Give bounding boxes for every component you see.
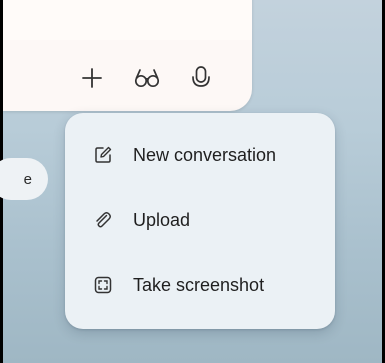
compose-card — [3, 0, 252, 111]
menu-item-new-conversation[interactable]: New conversation — [65, 131, 335, 179]
glasses-icon — [134, 69, 160, 88]
menu-item-label: Upload — [133, 209, 191, 230]
menu-item-upload[interactable]: Upload — [65, 196, 335, 244]
attachment-menu: New conversation Upload Take screenshot — [65, 113, 335, 329]
microphone-icon — [192, 66, 210, 87]
microphone-button[interactable] — [183, 60, 219, 96]
app-viewport: e New conversation Upload Take screensho… — [0, 0, 385, 363]
screenshot-icon — [92, 274, 114, 296]
menu-item-label: New conversation — [133, 144, 277, 165]
background-suggestion-pill[interactable]: e — [0, 158, 48, 200]
menu-item-take-screenshot[interactable]: Take screenshot — [65, 261, 335, 309]
add-button[interactable] — [74, 60, 110, 96]
new-conversation-icon — [92, 144, 114, 166]
background-pill-label: e — [23, 170, 32, 188]
compose-input-area[interactable] — [3, 0, 252, 40]
menu-item-label: Take screenshot — [133, 274, 265, 295]
plus-icon — [82, 68, 102, 88]
vision-button[interactable] — [129, 60, 165, 96]
paperclip-icon — [92, 209, 114, 231]
compose-toolbar — [3, 60, 252, 100]
